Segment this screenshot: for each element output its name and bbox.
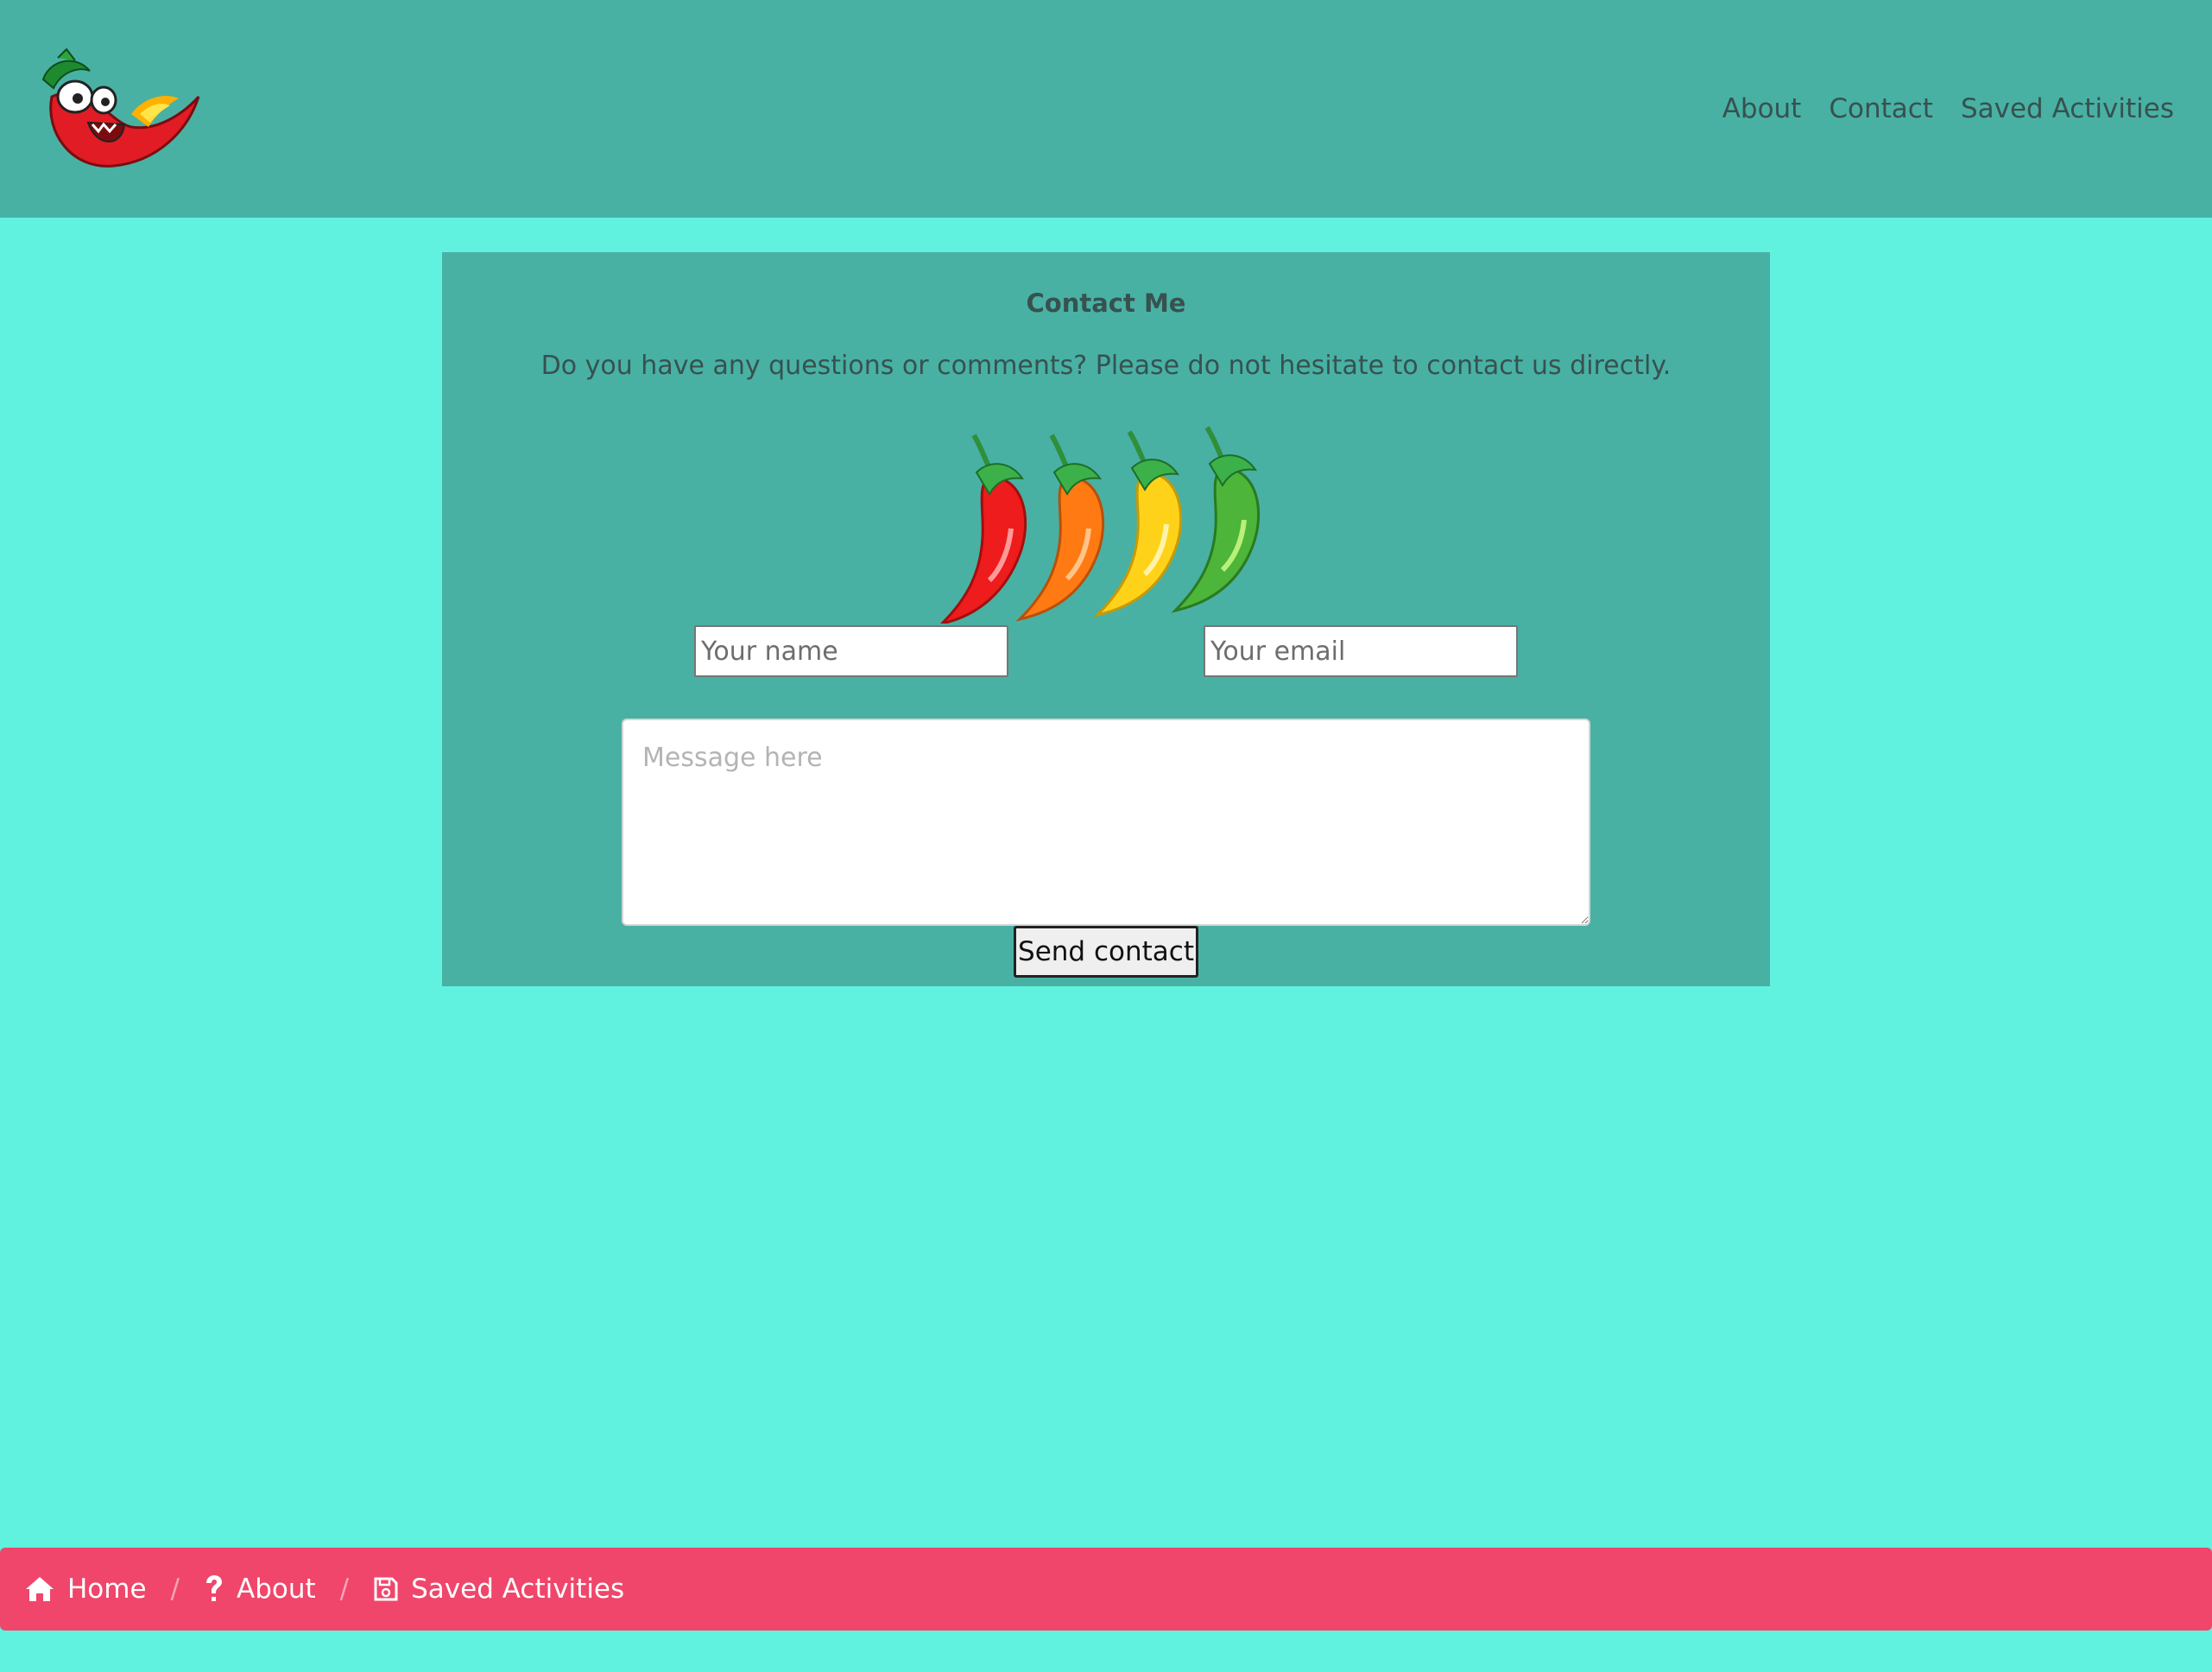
contact-title: Contact Me (1026, 288, 1186, 318)
message-textarea[interactable] (622, 719, 1590, 926)
breadcrumb-about-label: About (237, 1574, 316, 1605)
contact-card: Contact Me Do you have any questions or … (442, 252, 1770, 986)
site-header: About Contact Saved Activities (0, 0, 2212, 218)
save-icon (374, 1577, 398, 1601)
breadcrumb-saved-activities-label: Saved Activities (411, 1574, 625, 1605)
name-input[interactable] (694, 625, 1008, 677)
chili-mascot-logo[interactable] (28, 45, 200, 174)
breadcrumb-home-label: Home (67, 1574, 147, 1605)
nav-link-contact[interactable]: Contact (1829, 90, 1933, 128)
breadcrumb-about[interactable]: About (204, 1574, 316, 1605)
breadcrumb-saved-activities[interactable]: Saved Activities (373, 1574, 624, 1605)
home-icon (26, 1577, 54, 1601)
question-icon (206, 1575, 222, 1601)
email-input[interactable] (1204, 625, 1518, 677)
send-contact-button[interactable]: Send contact (1014, 926, 1198, 978)
nav-link-saved-activities[interactable]: Saved Activities (1961, 90, 2174, 128)
breadcrumb-separator: / (170, 1574, 180, 1605)
top-nav: About Contact Saved Activities (1722, 90, 2174, 128)
breadcrumb-separator: / (339, 1574, 350, 1605)
contact-subtitle: Do you have any questions or comments? P… (540, 351, 1672, 381)
breadcrumb: Home / About / Saved Activities (0, 1548, 2212, 1631)
chili-peppers-image (939, 426, 1260, 624)
nav-link-about[interactable]: About (1722, 90, 1802, 128)
breadcrumb-home[interactable]: Home (24, 1574, 147, 1605)
